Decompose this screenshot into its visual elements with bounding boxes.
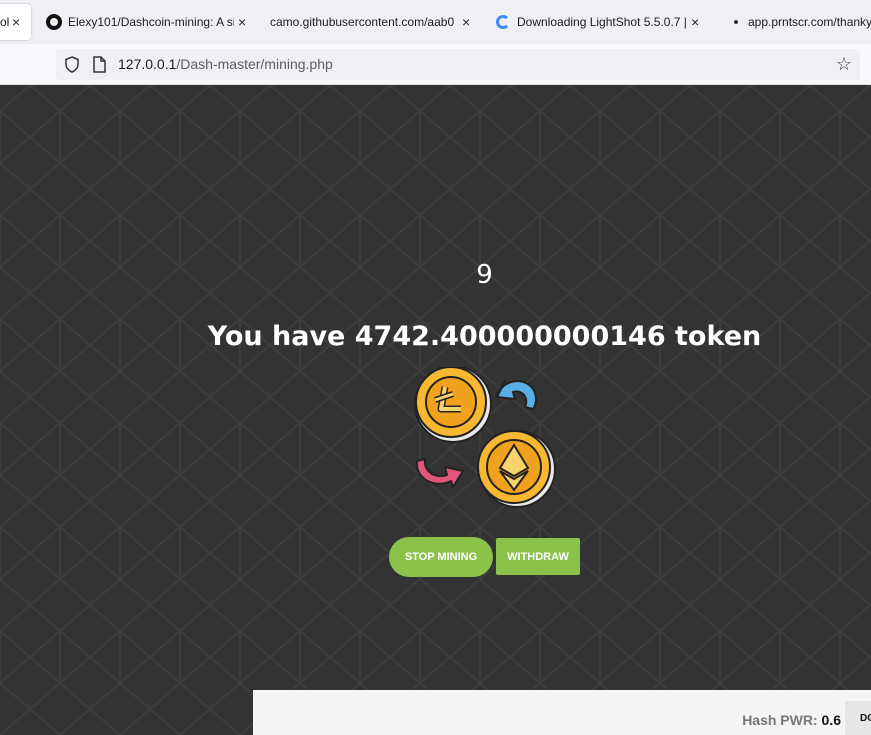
withdraw-button[interactable]: WITHDRAW [496, 538, 580, 575]
page-icon[interactable] [92, 56, 106, 78]
tab-title: app.prntscr.com/thanky [748, 15, 871, 29]
hash-power: Hash PWR: 0.6 [742, 712, 841, 728]
close-icon[interactable]: × [462, 14, 470, 30]
close-icon[interactable]: × [691, 14, 699, 30]
mining-page: 9 You have 4742.400000000146 token STOP … [0, 85, 871, 735]
close-icon[interactable]: × [12, 14, 20, 30]
github-icon [46, 14, 62, 30]
dot-icon [730, 14, 742, 30]
tab-title: Downloading LightShot 5.5.0.7 | [517, 15, 687, 29]
mining-counter: 9 [476, 260, 493, 290]
tab-title: Elexy101/Dashcoin-mining: A si [68, 15, 234, 29]
url-path: /Dash-master/mining.php [176, 56, 333, 72]
loading-icon [495, 14, 511, 30]
hash-label: Hash PWR: [742, 712, 818, 728]
crypto-exchange-icon [414, 367, 556, 508]
tab-title: ol [0, 15, 10, 29]
stop-mining-button[interactable]: STOP MINING [389, 537, 493, 577]
url-text[interactable]: 127.0.0.1/Dash-master/mining.php [118, 56, 333, 72]
side-button[interactable]: DO [845, 701, 871, 735]
tab-prntscr[interactable]: app.prntscr.com/thanky [730, 0, 871, 44]
tab-camo[interactable]: camo.githubusercontent.com/aab0 × [270, 0, 475, 44]
token-balance: You have 4742.400000000146 token [207, 321, 762, 352]
url-host: 127.0.0.1 [118, 56, 177, 72]
tab-lightshot[interactable]: Downloading LightShot 5.5.0.7 | × [495, 0, 700, 44]
tab-current[interactable]: ol × [0, 4, 31, 40]
address-bar[interactable]: 127.0.0.1/Dash-master/mining.php ☆ [56, 49, 860, 80]
shield-icon[interactable] [64, 56, 80, 78]
bookmark-star-icon[interactable]: ☆ [836, 54, 852, 75]
close-icon[interactable]: × [238, 14, 246, 30]
hash-value: 0.6 [821, 712, 841, 728]
tab-github[interactable]: Elexy101/Dashcoin-mining: A si × [46, 0, 250, 44]
miner-status-bar: Hash PWR: 0.6 DO [253, 690, 871, 735]
tab-title: camo.githubusercontent.com/aab0 [270, 15, 455, 29]
tab-strip: ol × Elexy101/Dashcoin-mining: A si × ca… [0, 0, 871, 44]
nav-bar: 127.0.0.1/Dash-master/mining.php ☆ [0, 44, 871, 85]
